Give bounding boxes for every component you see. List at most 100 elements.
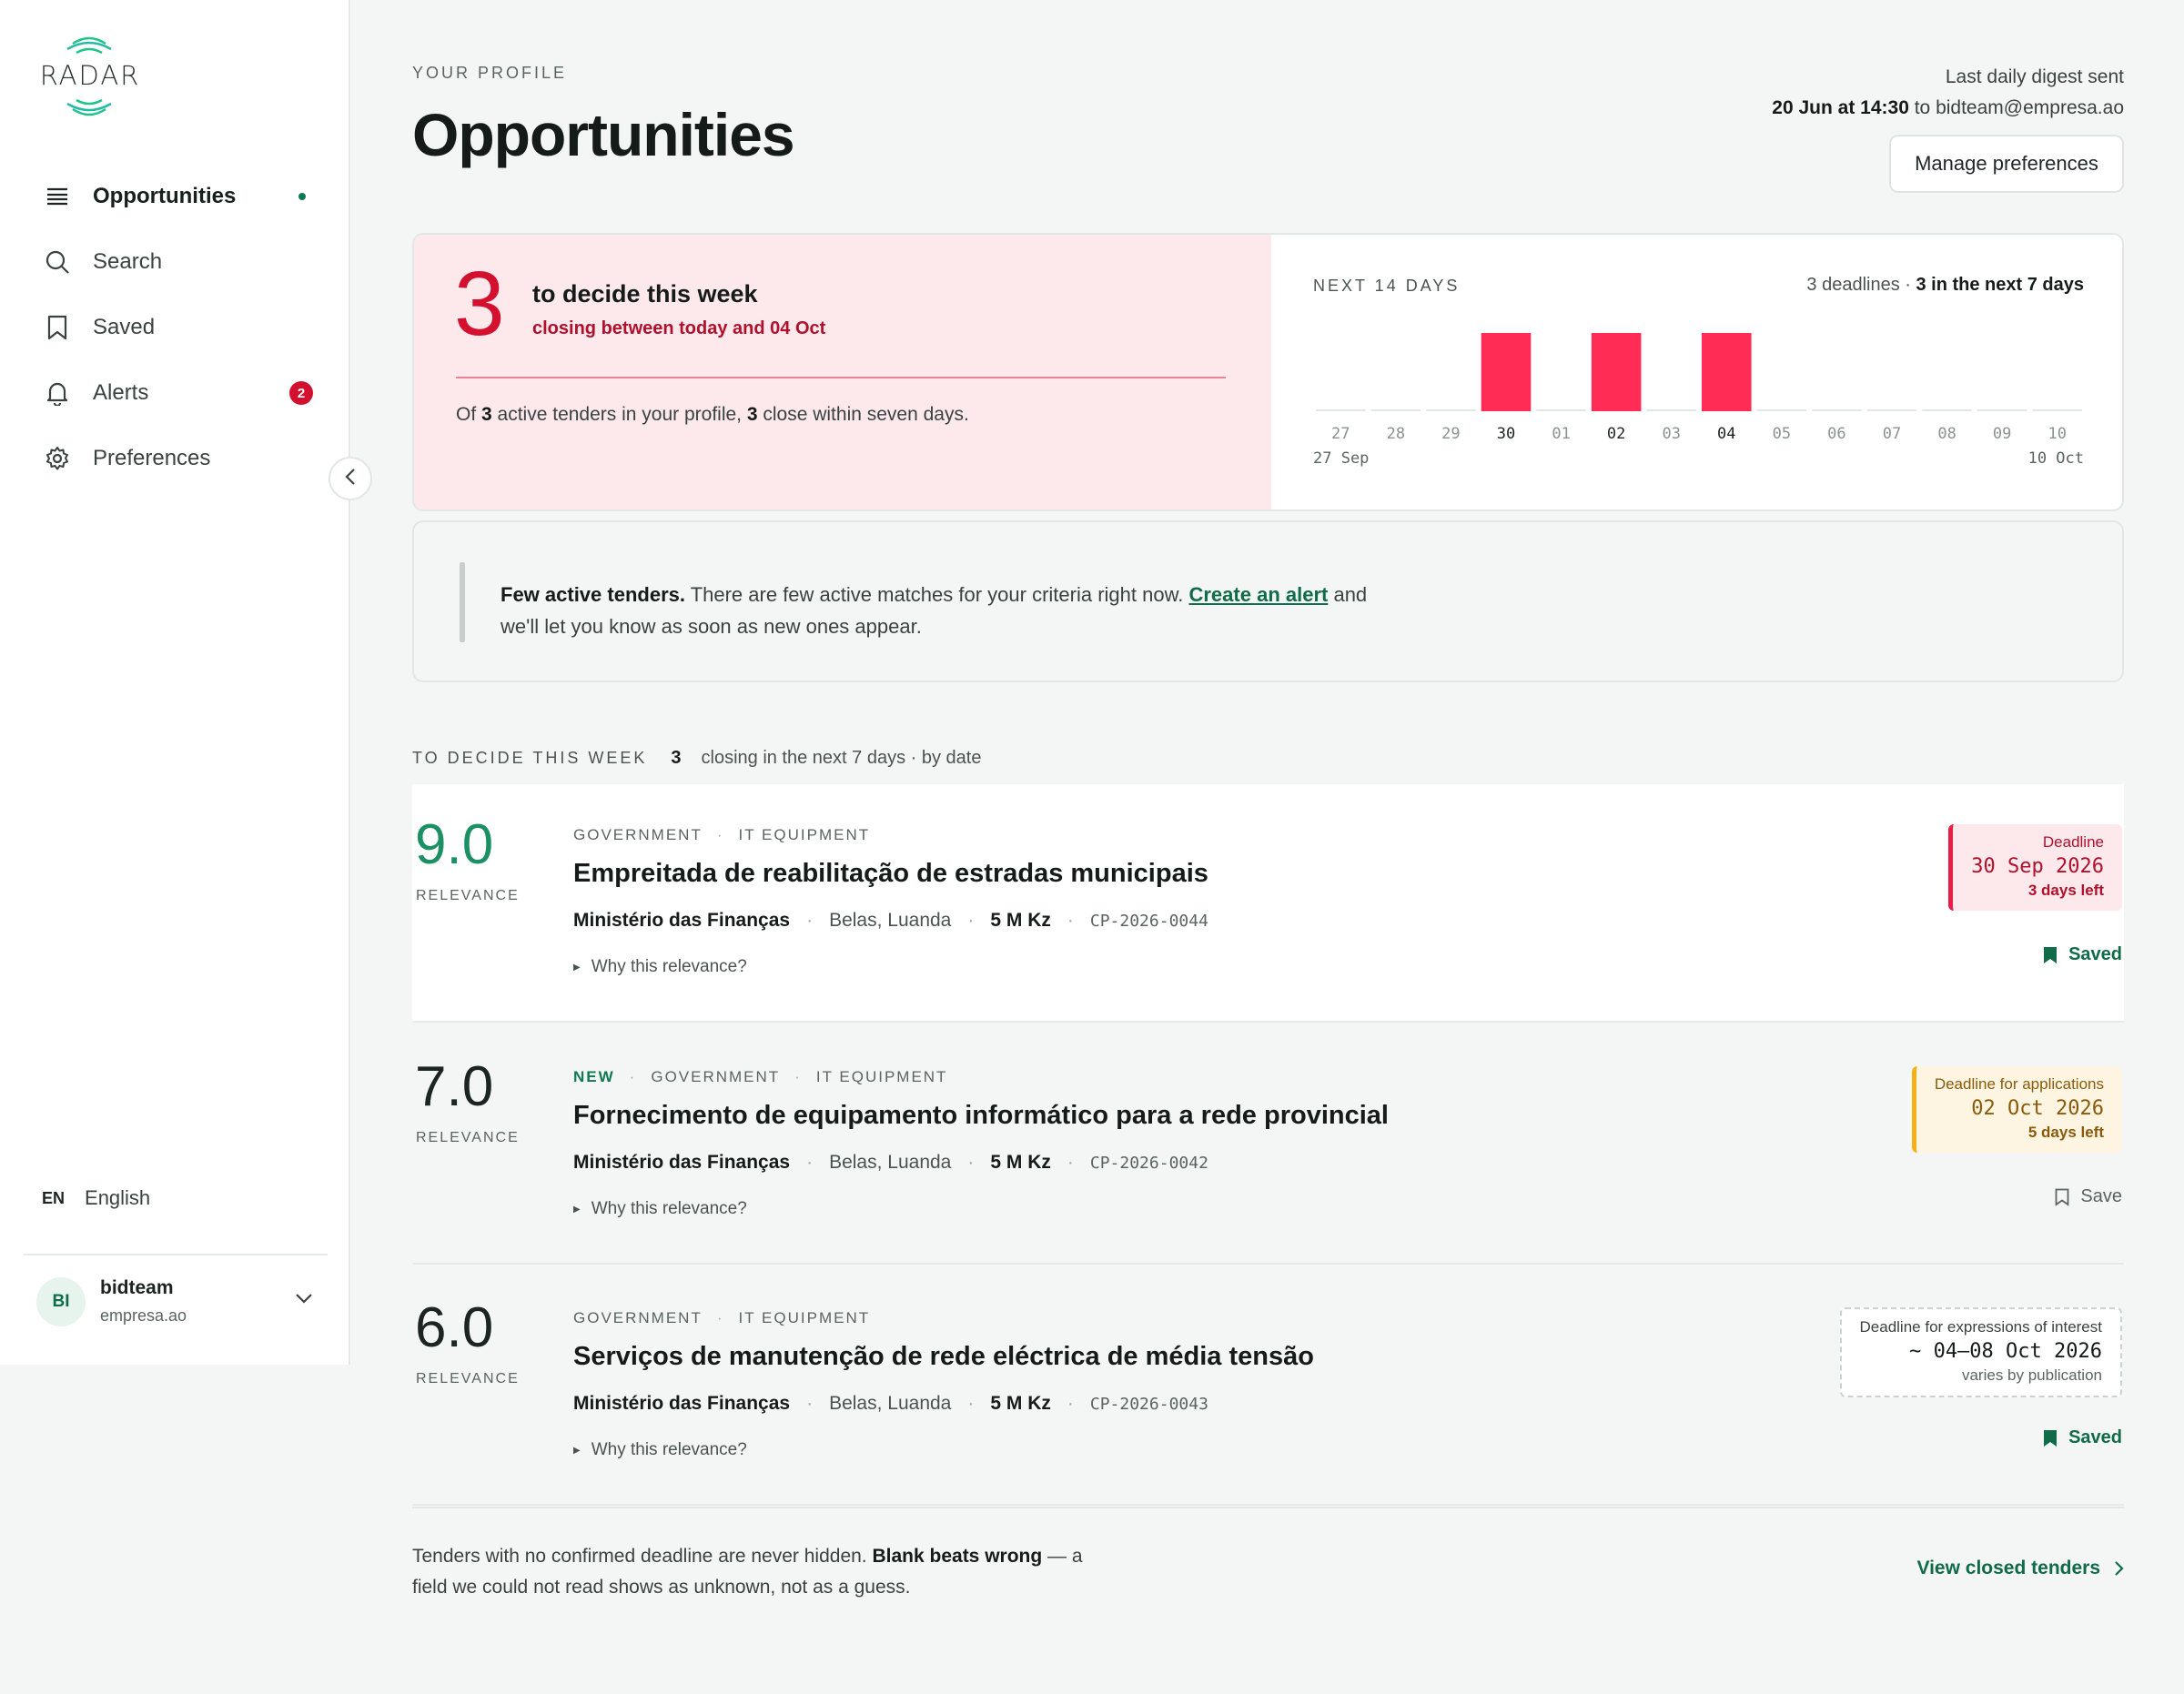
chart-baseline (1426, 409, 1476, 411)
bookmark-filled-icon (2044, 1429, 2058, 1447)
tender-title[interactable]: Fornecimento de equipamento informático … (573, 1101, 1389, 1131)
language-switcher[interactable]: EN English (42, 1186, 150, 1210)
chart-baseline (1756, 409, 1807, 411)
language-label: English (85, 1186, 151, 1209)
save-toggle[interactable]: Saved (2043, 1427, 2122, 1448)
tender-value: 5 M Kz (990, 1152, 1051, 1173)
sidebar: RADAR Opportunities Search Saved Alerts … (0, 0, 350, 1365)
tender-tags: NEW · GOVERNMENT · IT EQUIPMENT (573, 1068, 948, 1085)
save-toggle[interactable]: Saved (2043, 944, 2122, 965)
bookmark-icon (2056, 1188, 2069, 1206)
deadline-date: 30 Sep 2026 (1971, 855, 2104, 878)
sidebar-item-label: Alerts (93, 380, 149, 405)
tender-row[interactable]: 7.0 RELEVANCE NEW · GOVERNMENT · IT EQUIPMEN… (412, 1026, 2124, 1265)
chart-title: NEXT 14 DAYS (1313, 277, 1461, 295)
list-label: TO DECIDE THIS WEEK (412, 749, 648, 767)
range-end: 10 Oct (2027, 449, 2084, 468)
sidebar-nav: Opportunities Search Saved Alerts 2 Pref… (25, 164, 326, 491)
tender-buyer: Ministério das Finanças (573, 1152, 791, 1173)
chart-tick-label: 10 (2048, 425, 2066, 443)
deadline-chart-panel: NEXT 14 DAYS 3 deadlines · 3 in the next… (1271, 235, 2122, 509)
why-relevance-toggle[interactable]: ▶ Why this relevance? (573, 1440, 747, 1460)
tag-sector: GOVERNMENT (651, 1068, 781, 1085)
chart-baseline (1922, 409, 1972, 411)
deadline-label: Deadline for applications (1934, 1075, 2104, 1093)
deadline-remaining: varies by publication (1961, 1366, 2102, 1384)
page-title: Opportunities (412, 101, 795, 168)
chart-baseline (1812, 409, 1862, 411)
deadline-label: Deadline (2042, 833, 2104, 851)
sidebar-item-alerts[interactable]: Alerts 2 (25, 360, 326, 426)
collapse-sidebar-button[interactable] (329, 457, 372, 500)
decide-count: 3 (454, 253, 505, 355)
tender-title[interactable]: Serviços de manutenção de rede eléctrica… (573, 1342, 1314, 1372)
sidebar-item-saved[interactable]: Saved (25, 295, 326, 360)
sidebar-item-opportunities[interactable]: Opportunities (25, 164, 326, 229)
bell-icon (44, 379, 71, 407)
tag-sector: GOVERNMENT (573, 826, 703, 843)
list-description: closing in the next 7 days · by date (701, 748, 982, 768)
sidebar-item-label: Preferences (93, 446, 211, 470)
bookmark-filled-icon (2044, 946, 2058, 963)
tender-row[interactable]: 9.0 RELEVANCE GOVERNMENT · IT EQUIPMENT Em… (412, 784, 2124, 1023)
manage-preferences-button[interactable]: Manage preferences (1889, 135, 2124, 193)
decide-panel: 3 to decide this week closing between to… (414, 235, 1271, 509)
why-relevance-toggle[interactable]: ▶ Why this relevance? (573, 1199, 747, 1219)
chart-baseline (1316, 409, 1366, 411)
deadline-box: Deadline for applications 02 Oct 2026 5 … (1911, 1066, 2122, 1153)
close-count: 3 (746, 404, 758, 425)
chart-tick-label: 30 (1497, 425, 1515, 443)
list-count: 3 (671, 748, 682, 768)
language-code: EN (42, 1188, 66, 1207)
deadline-label: Deadline for expressions of interest (1859, 1318, 2102, 1336)
relevance-score: 7.0 (415, 1055, 494, 1118)
tender-meta: Ministério das Finanças · Belas, Luanda · … (573, 910, 1208, 931)
chart-bar[interactable] (1591, 333, 1642, 411)
tender-ref: CP-2026-0044 (1089, 911, 1208, 931)
tender-title[interactable]: Empreitada de reabilitação de estradas m… (573, 859, 1208, 889)
notice-text: Few active tenders. There are few active… (500, 583, 1368, 638)
tender-location: Belas, Luanda (829, 910, 952, 931)
tender-value: 5 M Kz (990, 910, 1051, 931)
chart-tick-label: 05 (1773, 425, 1791, 443)
create-alert-link[interactable]: Create an alert (1188, 583, 1328, 606)
gear-icon (44, 445, 71, 472)
radar-logo[interactable]: RADAR (33, 29, 151, 126)
chart-tick-label: 02 (1607, 425, 1625, 443)
tender-ref: CP-2026-0042 (1089, 1153, 1208, 1173)
tender-value: 5 M Kz (990, 1393, 1051, 1414)
save-toggle[interactable]: Save (2055, 1186, 2122, 1207)
footer-note: Tenders with no confirmed deadline are n… (412, 1546, 1083, 1598)
deadline-date: 02 Oct 2026 (1971, 1097, 2104, 1120)
deadline-count: 3 deadlines · 3 in the next 7 days (1806, 275, 2084, 295)
chart-tick-label: 04 (1717, 425, 1735, 443)
view-closed-tenders-link[interactable]: View closed tenders (1916, 1558, 2124, 1579)
sidebar-item-search[interactable]: Search (25, 229, 326, 295)
chart-tick-label: 01 (1552, 425, 1570, 443)
deadline-box: Deadline for expressions of interest ~ 0… (1839, 1307, 2122, 1397)
chevron-right-icon (2115, 1561, 2124, 1576)
relevance-label: RELEVANCE (416, 1371, 520, 1386)
why-relevance-toggle[interactable]: ▶ Why this relevance? (573, 957, 747, 977)
user-menu[interactable]: BI bidteam empresa.ao (24, 1254, 328, 1363)
tender-meta: Ministério das Finanças · Belas, Luanda · … (573, 1152, 1208, 1173)
tag-category: IT EQUIPMENT (815, 1068, 948, 1085)
chart-baseline (2032, 409, 2082, 411)
list-header: TO DECIDE THIS WEEK 3 closing in the nex… (412, 748, 981, 769)
sidebar-item-preferences[interactable]: Preferences (25, 426, 326, 491)
decide-title: to decide this week (532, 280, 758, 308)
new-badge: NEW (573, 1068, 615, 1085)
chart-bar[interactable] (1702, 333, 1752, 411)
relevance-score: 9.0 (415, 813, 494, 876)
alerts-badge: 2 (289, 381, 313, 405)
deadline-remaining: 3 days left (2027, 882, 2104, 899)
digest-info: Last daily digest sent 20 Jun at 14:30 t… (1772, 62, 2124, 124)
tender-row[interactable]: 6.0 RELEVANCE GOVERNMENT · IT EQUIPMENT Se… (412, 1267, 2124, 1506)
active-count: 3 (481, 404, 492, 425)
tender-ref: CP-2026-0043 (1089, 1394, 1208, 1414)
tag-category: IT EQUIPMENT (738, 826, 871, 843)
sidebar-item-label: Search (93, 249, 163, 274)
chart-bar[interactable] (1481, 333, 1532, 411)
disclosure-triangle-icon: ▶ (573, 1445, 581, 1456)
range-start: 27 Sep (1313, 449, 1370, 468)
